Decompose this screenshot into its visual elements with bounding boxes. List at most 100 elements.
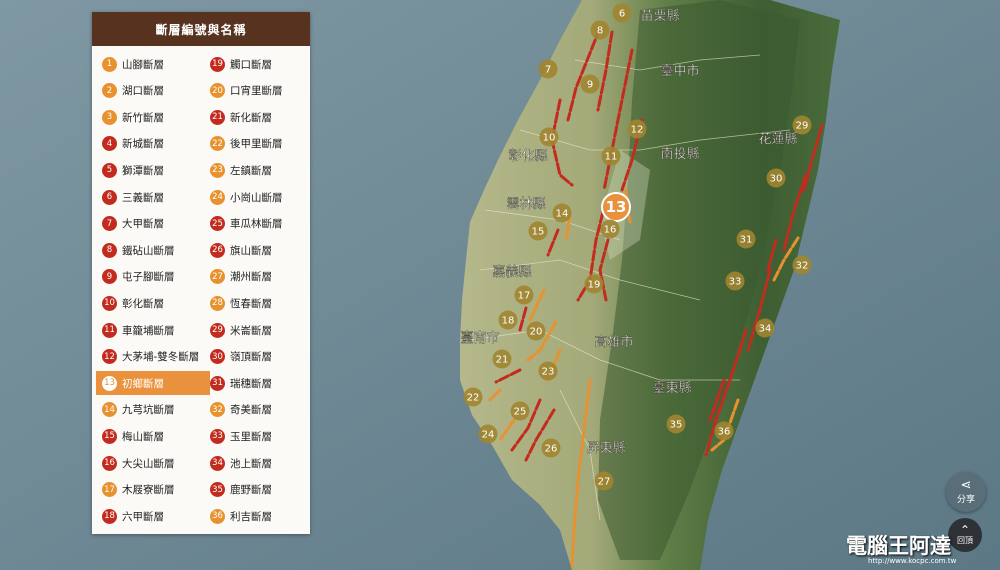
- fault-marker[interactable]: 36: [714, 421, 734, 441]
- fault-marker[interactable]: 6: [612, 3, 632, 23]
- legend-item[interactable]: 11 車籠埔斷層: [96, 318, 210, 342]
- legend-item[interactable]: 27 潮州斷層: [204, 265, 306, 289]
- legend-label: 梅山斷層: [122, 430, 164, 443]
- fault-marker[interactable]: 23: [538, 361, 558, 381]
- legend-item[interactable]: 10 彰化斷層: [96, 291, 210, 315]
- legend-item[interactable]: 12 大茅埔-雙冬斷層: [96, 345, 210, 369]
- legend-item[interactable]: 14 九芎坑斷層: [96, 398, 210, 422]
- legend-label: 屯子腳斷層: [122, 271, 175, 284]
- fault-marker[interactable]: 7: [538, 59, 558, 79]
- fault-marker[interactable]: 35: [666, 414, 686, 434]
- county-label: 屏東縣: [586, 440, 625, 456]
- county-label: 臺南市: [460, 330, 499, 346]
- county-label: 彰化縣: [508, 148, 547, 164]
- legend-item[interactable]: 2 湖口斷層: [96, 79, 210, 103]
- legend-item[interactable]: 30 嶺頂斷層: [204, 345, 306, 369]
- fault-marker-label: 17: [518, 291, 531, 302]
- fault-marker[interactable]: 15: [528, 221, 548, 241]
- legend-number: 5: [102, 162, 117, 178]
- legend-item[interactable]: 19 觸口斷層: [204, 52, 306, 76]
- fault-marker[interactable]: 9: [580, 74, 600, 94]
- county-label: 南投縣: [660, 146, 699, 162]
- legend-item[interactable]: 21 新化斷層: [204, 105, 306, 129]
- fault-marker[interactable]: 25: [510, 401, 530, 421]
- legend-item[interactable]: 8 鐵砧山斷層: [96, 238, 210, 262]
- legend-item[interactable]: 24 小崗山斷層: [204, 185, 306, 209]
- fault-marker[interactable]: 17: [514, 285, 534, 305]
- legend-item[interactable]: 17 木屐寮斷層: [96, 478, 210, 502]
- legend-item[interactable]: 35 鹿野斷層: [204, 478, 306, 502]
- legend-item[interactable]: 34 池上斷層: [204, 451, 306, 475]
- legend-item[interactable]: 6 三義斷層: [96, 185, 210, 209]
- legend-number: 2: [102, 83, 117, 99]
- fault-marker[interactable]: 31: [736, 229, 756, 249]
- legend-label: 玉里斷層: [230, 430, 272, 443]
- legend-item[interactable]: 5 獅潭斷層: [96, 158, 210, 182]
- fault-marker-label: 30: [770, 174, 783, 185]
- fault-marker[interactable]: 26: [541, 438, 561, 458]
- legend-item[interactable]: 23 左鎮斷層: [204, 158, 306, 182]
- fault-marker-label: 27: [598, 477, 611, 488]
- legend-number: 6: [102, 189, 117, 205]
- fault-marker-label: 10: [543, 133, 556, 144]
- fault-marker-label: 35: [670, 420, 683, 431]
- legend-number: 24: [210, 189, 225, 205]
- legend-item[interactable]: 18 六甲斷層: [96, 504, 210, 528]
- fault-marker-label: 19: [588, 280, 601, 291]
- fault-marker[interactable]: 29: [792, 115, 812, 135]
- share-label: 分享: [956, 495, 975, 505]
- fault-marker[interactable]: 27: [594, 471, 614, 491]
- fault-marker[interactable]: 10: [539, 127, 559, 147]
- legend-item[interactable]: 13 初鄉斷層: [96, 371, 210, 396]
- legend-item[interactable]: 3 新竹斷層: [96, 105, 210, 129]
- back-to-top-label: 回頂: [957, 535, 973, 545]
- fault-marker[interactable]: 22: [463, 387, 483, 407]
- legend-item[interactable]: 36 利吉斷層: [204, 504, 306, 528]
- legend-label: 旗山斷層: [230, 244, 272, 257]
- fault-marker[interactable]: 24: [478, 424, 498, 444]
- fault-marker[interactable]: 21: [492, 349, 512, 369]
- legend-item[interactable]: 25 車瓜林斷層: [204, 212, 306, 236]
- legend-item[interactable]: 33 玉里斷層: [204, 424, 306, 448]
- legend-item[interactable]: 9 屯子腳斷層: [96, 265, 210, 289]
- fault-marker-label: 26: [545, 444, 558, 455]
- fault-marker[interactable]: 8: [590, 20, 610, 40]
- legend-item[interactable]: 31 瑞穗斷層: [204, 371, 306, 395]
- fault-marker-label: 21: [496, 355, 509, 366]
- fault-marker-label: 20: [530, 327, 543, 338]
- fault-marker[interactable]: 33: [725, 271, 745, 291]
- legend-item[interactable]: 26 旗山斷層: [204, 238, 306, 262]
- legend-item[interactable]: 32 奇美斷層: [204, 398, 306, 422]
- fault-marker[interactable]: 34: [755, 318, 775, 338]
- legend-number: 3: [102, 109, 117, 125]
- fault-marker[interactable]: 30: [766, 168, 786, 188]
- share-button[interactable]: ⋖ 分享: [946, 472, 986, 512]
- fault-marker[interactable]: 18: [498, 310, 518, 330]
- fault-marker[interactable]: 14: [552, 203, 572, 223]
- fault-marker[interactable]: 16: [600, 219, 620, 239]
- fault-marker[interactable]: 32: [792, 255, 812, 275]
- legend-item[interactable]: 20 口宵里斷層: [204, 79, 306, 103]
- legend-number: 21: [210, 109, 225, 125]
- legend-item[interactable]: 4 新城斷層: [96, 132, 210, 156]
- fault-marker[interactable]: 12: [627, 119, 647, 139]
- legend-item[interactable]: 22 後甲里斷層: [204, 132, 306, 156]
- fault-marker-label: 15: [532, 227, 545, 238]
- legend-item[interactable]: 7 大甲斷層: [96, 212, 210, 236]
- back-to-top-button[interactable]: ⌃ 回頂: [948, 518, 982, 552]
- legend-item[interactable]: 1 山腳斷層: [96, 52, 210, 76]
- fault-marker[interactable]: 19: [584, 274, 604, 294]
- legend-title: 斷層編號與名稱: [92, 12, 310, 46]
- legend-item[interactable]: 15 梅山斷層: [96, 424, 210, 448]
- legend-item[interactable]: 29 米崙斷層: [204, 318, 306, 342]
- legend-item[interactable]: 16 大尖山斷層: [96, 451, 210, 475]
- legend-number: 23: [210, 162, 225, 178]
- fault-marker[interactable]: 20: [526, 321, 546, 341]
- legend-label: 初鄉斷層: [122, 377, 164, 390]
- legend-item[interactable]: 28 恆春斷層: [204, 291, 306, 315]
- county-label: 花蓮縣: [758, 131, 797, 147]
- fault-marker[interactable]: 13: [601, 192, 631, 222]
- fault-marker-label: 14: [556, 209, 569, 220]
- fault-marker[interactable]: 11: [601, 146, 621, 166]
- legend-number: 26: [210, 242, 225, 258]
